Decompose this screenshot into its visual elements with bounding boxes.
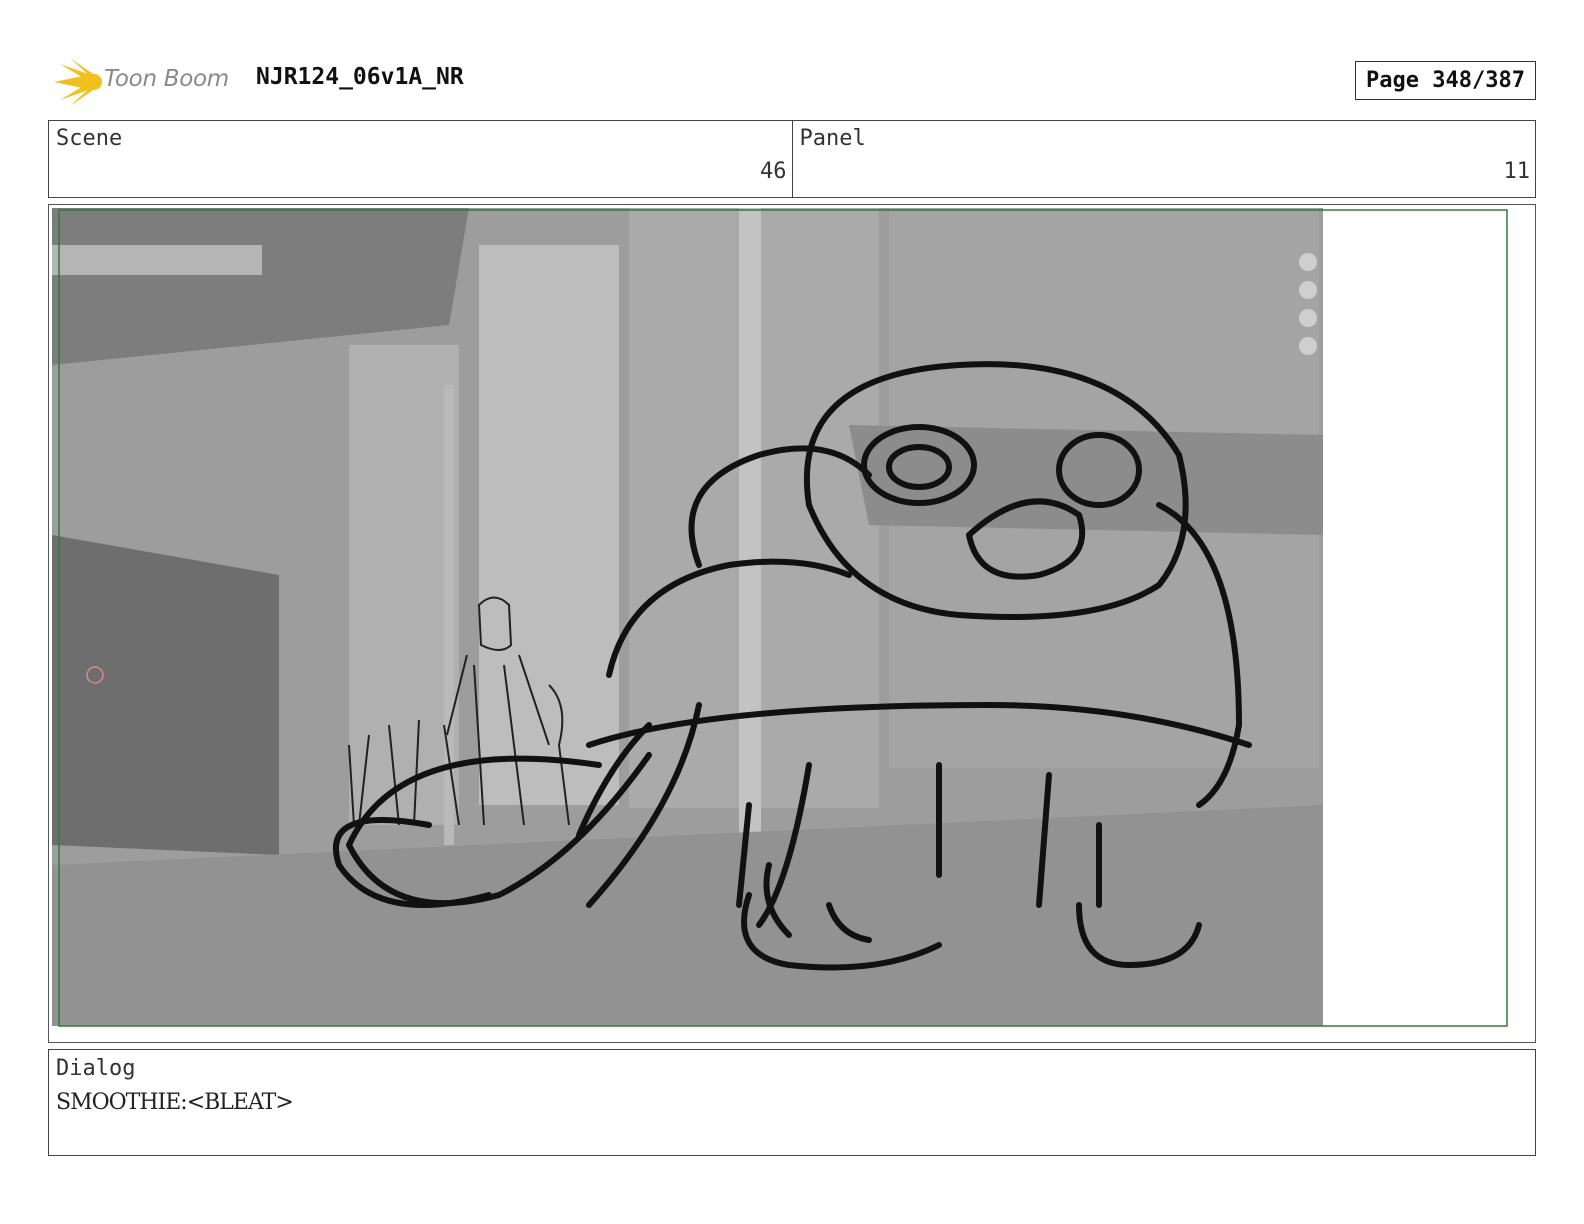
- building-tower: [479, 245, 619, 805]
- panel-artwork: [52, 208, 1508, 1027]
- scene-label: Scene: [56, 126, 123, 151]
- grid-icon: [1299, 337, 1317, 355]
- dialog-box: Dialog SMOOTHIE:<BLEAT>: [48, 1049, 1536, 1156]
- panel-number: 11: [1503, 159, 1531, 184]
- project-title: NJR124_06v1A_NR: [256, 64, 464, 90]
- lamp-post: [739, 208, 761, 858]
- panel-label: Panel: [799, 126, 866, 151]
- scene-number: 46: [760, 159, 787, 184]
- brand-name: Toon Boom: [104, 66, 229, 92]
- page-indicator: Page 348/387: [1355, 61, 1536, 100]
- zoom-icon: [1299, 253, 1317, 271]
- hand-icon: [1299, 281, 1317, 299]
- dialog-text: SMOOTHIE:<BLEAT>: [56, 1090, 294, 1115]
- wooden-gate: [52, 535, 279, 855]
- dialog-label: Dialog: [56, 1056, 136, 1081]
- panel-cell: Panel 11: [791, 121, 1536, 197]
- scene-cell: Scene 46: [49, 121, 792, 197]
- camera-icon: [1299, 309, 1317, 327]
- storyboard-panel: [48, 204, 1536, 1043]
- scene-panel-header: Scene 46 Panel 11: [48, 120, 1536, 198]
